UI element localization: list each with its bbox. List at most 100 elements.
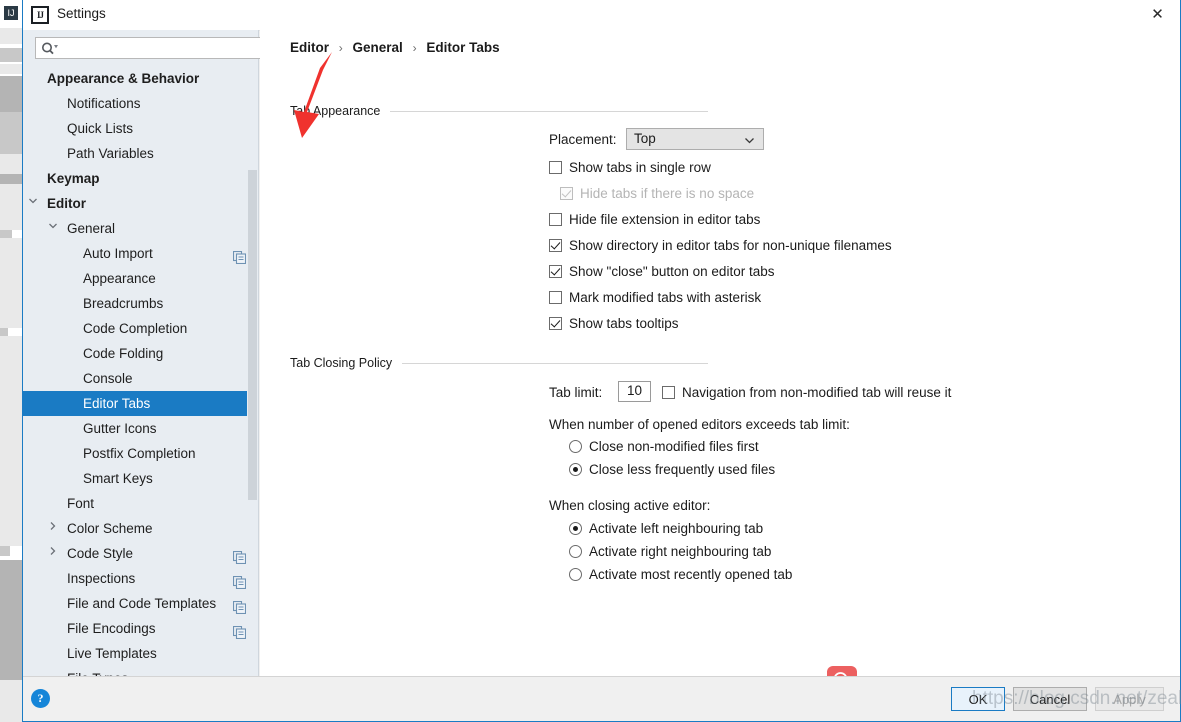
settings-sidebar: Appearance & BehaviorNotifications Quick …: [23, 30, 259, 677]
radio-row-close-non-modified-files-first[interactable]: Close non-modified files first: [569, 439, 759, 454]
closing-active-editor-label: When closing active editor:: [549, 498, 710, 513]
chevron-right-icon[interactable]: [46, 541, 60, 566]
sidebar-item-code-completion[interactable]: Code Completion: [23, 316, 258, 341]
sidebar-item-auto-import[interactable]: Auto Import: [23, 241, 258, 266]
search-box[interactable]: [35, 37, 264, 59]
ok-button[interactable]: OK: [951, 687, 1005, 711]
sidebar-item-appearance-behavior[interactable]: Appearance & Behavior: [23, 66, 258, 91]
sidebar-item-code-style[interactable]: Code Style: [23, 541, 258, 566]
navigation-reuse-checkbox[interactable]: [662, 386, 675, 399]
copy-icon[interactable]: [233, 247, 246, 260]
sidebar-item-postfix-completion[interactable]: Postfix Completion: [23, 441, 258, 466]
sidebar-item-general[interactable]: General: [23, 216, 258, 241]
checkbox-row-show-tabs-in-single-row[interactable]: Show tabs in single row: [549, 160, 711, 175]
checkbox-show-tabs-tooltips[interactable]: [549, 317, 562, 330]
checkbox-mark-modified-tabs-with-asterisk[interactable]: [549, 291, 562, 304]
breadcrumb-leaf: Editor Tabs: [426, 40, 499, 55]
sidebar-item-editor-tabs[interactable]: Editor Tabs: [23, 391, 258, 416]
sidebar-item-label: Postfix Completion: [83, 446, 196, 461]
sidebar-item-notifications[interactable]: Notifications: [23, 91, 258, 116]
checkbox-label: Show tabs tooltips: [569, 316, 679, 331]
dialog-footer: ? OK Cancel Apply: [23, 676, 1180, 721]
background-app-icon: IJ: [4, 6, 18, 20]
cancel-button[interactable]: Cancel: [1013, 687, 1087, 711]
copy-icon[interactable]: [233, 622, 246, 635]
sidebar-item-breadcrumbs[interactable]: Breadcrumbs: [23, 291, 258, 316]
checkbox-row-show-tabs-tooltips[interactable]: Show tabs tooltips: [549, 316, 679, 331]
sidebar-item-live-templates[interactable]: Live Templates: [23, 641, 258, 666]
background-strip: [0, 328, 8, 336]
checkbox-row-hide-file-extension-in-editor-tabs[interactable]: Hide file extension in editor tabs: [549, 212, 760, 227]
exceeds-limit-label: When number of opened editors exceeds ta…: [549, 417, 850, 432]
sidebar-item-label: Quick Lists: [67, 121, 133, 136]
radio-activate-right-neighbouring-tab[interactable]: [569, 545, 582, 558]
tab-limit-label: Tab limit:: [549, 385, 602, 400]
sidebar-item-label: Smart Keys: [83, 471, 153, 486]
sidebar-item-path-variables[interactable]: Path Variables: [23, 141, 258, 166]
radio-activate-left-neighbouring-tab[interactable]: [569, 522, 582, 535]
sidebar-item-console[interactable]: Console: [23, 366, 258, 391]
checkbox-show-tabs-in-single-row[interactable]: [549, 161, 562, 174]
search-icon: [41, 41, 59, 57]
title-bar: IJ Settings ✕: [23, 0, 1180, 31]
radio-label: Close non-modified files first: [589, 439, 759, 454]
sidebar-item-color-scheme[interactable]: Color Scheme: [23, 516, 258, 541]
sidebar-item-label: Code Completion: [83, 321, 187, 336]
background-strip: [0, 28, 22, 44]
sidebar-item-label: Live Templates: [67, 646, 157, 661]
radio-row-activate-most-recently-opened-tab[interactable]: Activate most recently opened tab: [569, 567, 792, 582]
checkbox-show-directory-in-editor-tabs-for-non-unique-filenames[interactable]: [549, 239, 562, 252]
close-icon[interactable]: ✕: [1135, 0, 1180, 29]
radio-row-activate-left-neighbouring-tab[interactable]: Activate left neighbouring tab: [569, 521, 763, 536]
placement-value: Top: [634, 131, 656, 146]
radio-activate-most-recently-opened-tab[interactable]: [569, 568, 582, 581]
background-strip: [0, 546, 10, 556]
sidebar-item-keymap[interactable]: Keymap: [23, 166, 258, 191]
chevron-right-icon[interactable]: [46, 516, 60, 541]
sidebar-item-label: Console: [83, 371, 133, 386]
tab-limit-input[interactable]: 10: [618, 381, 651, 402]
sidebar-item-editor[interactable]: Editor: [23, 191, 258, 216]
sidebar-item-code-folding[interactable]: Code Folding: [23, 341, 258, 366]
breadcrumb-separator-icon: ›: [339, 41, 343, 55]
sidebar-item-quick-lists[interactable]: Quick Lists: [23, 116, 258, 141]
intellij-idea-icon: IJ: [31, 6, 49, 24]
breadcrumb-root[interactable]: Editor: [290, 40, 329, 55]
search-input[interactable]: [62, 38, 261, 60]
radio-row-activate-right-neighbouring-tab[interactable]: Activate right neighbouring tab: [569, 544, 771, 559]
sidebar-item-file-encodings[interactable]: File Encodings: [23, 616, 258, 641]
radio-close-non-modified-files-first[interactable]: [569, 440, 582, 453]
navigation-reuse-checkbox-row[interactable]: Navigation from non-modified tab will re…: [662, 385, 951, 400]
sidebar-item-file-and-code-templates[interactable]: File and Code Templates: [23, 591, 258, 616]
checkbox-label: Show "close" button on editor tabs: [569, 264, 774, 279]
chevron-down-icon[interactable]: [26, 191, 40, 216]
breadcrumb-mid[interactable]: General: [353, 40, 403, 55]
copy-icon[interactable]: [233, 572, 246, 585]
background-strip: [0, 238, 22, 328]
copy-icon[interactable]: [233, 547, 246, 560]
copy-icon[interactable]: [233, 597, 246, 610]
sidebar-scrollbar-thumb[interactable]: [248, 170, 257, 500]
checkbox-row-show-directory-in-editor-tabs-for-non-unique-filenames[interactable]: Show directory in editor tabs for non-un…: [549, 238, 892, 253]
settings-content-pane: Editor › General › Editor Tabs Tab Appea…: [260, 30, 1180, 677]
chevron-down-icon[interactable]: [46, 216, 60, 241]
sidebar-item-label: Code Folding: [83, 346, 163, 361]
sidebar-item-font[interactable]: Font: [23, 491, 258, 516]
tab-closing-policy-rule: [402, 363, 708, 364]
sidebar-item-smart-keys[interactable]: Smart Keys: [23, 466, 258, 491]
sidebar-item-label: Appearance: [83, 271, 156, 286]
sidebar-item-label: Path Variables: [67, 146, 154, 161]
sidebar-item-appearance[interactable]: Appearance: [23, 266, 258, 291]
placement-dropdown[interactable]: Top: [626, 128, 764, 150]
sidebar-item-inspections[interactable]: Inspections: [23, 566, 258, 591]
sidebar-item-gutter-icons[interactable]: Gutter Icons: [23, 416, 258, 441]
checkbox-show-close-button-on-editor-tabs[interactable]: [549, 265, 562, 278]
checkbox-row-show-close-button-on-editor-tabs[interactable]: Show "close" button on editor tabs: [549, 264, 774, 279]
sidebar-scrollbar-track[interactable]: [247, 66, 258, 677]
radio-close-less-frequently-used-files[interactable]: [569, 463, 582, 476]
help-icon[interactable]: ?: [31, 689, 50, 708]
radio-row-close-less-frequently-used-files[interactable]: Close less frequently used files: [569, 462, 775, 477]
checkbox-row-mark-modified-tabs-with-asterisk[interactable]: Mark modified tabs with asterisk: [549, 290, 761, 305]
checkbox-hide-file-extension-in-editor-tabs[interactable]: [549, 213, 562, 226]
chevron-down-icon: [744, 133, 755, 144]
